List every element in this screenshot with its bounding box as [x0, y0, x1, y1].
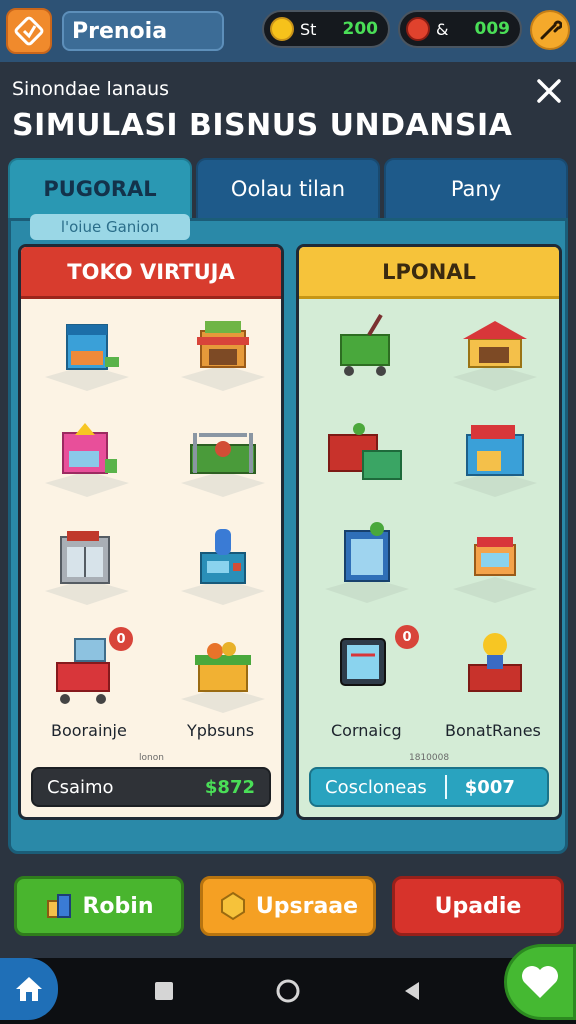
coin-icon	[270, 17, 294, 41]
shopping-cart-register-icon[interactable]: 0	[39, 627, 135, 717]
heart-icon	[522, 966, 558, 998]
atm-kiosk-icon[interactable]	[175, 519, 271, 609]
app-name: Prenoia	[62, 11, 224, 51]
pink-boutique-icon[interactable]	[39, 411, 135, 501]
item-label-left: Cornaicg	[331, 721, 402, 740]
fruit-stand-icon[interactable]	[175, 627, 271, 717]
badge-icon	[220, 891, 245, 921]
gem-counter[interactable]: & 009	[398, 10, 522, 48]
wrench-icon	[540, 20, 562, 40]
home-circle-icon[interactable]	[275, 978, 301, 1004]
upgrade-label: Upsraae	[255, 893, 359, 919]
robin-button[interactable]: Robin	[14, 876, 184, 936]
counter-stall-icon[interactable]	[319, 411, 415, 501]
tablet-display-icon[interactable]: 0	[319, 625, 419, 715]
price-value: $007	[464, 776, 515, 798]
coin-label: St	[300, 19, 317, 39]
app-logo-icon[interactable]	[6, 8, 52, 54]
update-button[interactable]: Upadie	[392, 876, 564, 936]
system-nav-bar	[0, 958, 576, 1024]
storefront-icon[interactable]	[447, 411, 543, 501]
page-subtitle: Sinondae lanaus	[12, 78, 170, 100]
cashier-icon[interactable]	[447, 625, 543, 715]
card-lponal[interactable]: LPONAL 0 Cornaicg BonatRanes 1810008 Cos…	[296, 244, 562, 820]
home-button[interactable]	[0, 958, 58, 1020]
tiny-caption: lonon	[139, 753, 164, 763]
price-bar[interactable]: Coscloneas $007	[309, 767, 549, 807]
kiosk-shop-icon[interactable]	[39, 305, 135, 395]
grey-store-icon[interactable]	[39, 519, 135, 609]
building-icon	[47, 894, 72, 918]
coin-value: 200	[342, 19, 379, 39]
update-label: Upadie	[434, 893, 522, 919]
upgrade-button[interactable]: Upsraae	[200, 876, 376, 936]
price-label: Coscloneas	[325, 776, 427, 798]
tab-bar: PUGORAL Oolau tilan Pany	[8, 158, 568, 220]
card-toko-virtual[interactable]: TOKO VIRTUJA 0 Boorainje Ypbsuns lonon C…	[18, 244, 284, 820]
glass-display-icon[interactable]	[319, 517, 415, 607]
home-icon	[16, 977, 42, 1001]
small-shop-icon[interactable]	[447, 517, 543, 607]
basket-cart-icon[interactable]	[319, 305, 415, 395]
item-label-right: BonatRanes	[445, 721, 541, 740]
red-roof-stall-icon[interactable]	[447, 305, 543, 395]
item-label-left: Boorainje	[51, 721, 127, 740]
close-button[interactable]	[532, 74, 566, 108]
notification-badge: 0	[395, 625, 419, 649]
robin-label: Robin	[82, 893, 154, 919]
tools-button[interactable]	[530, 10, 570, 50]
close-icon	[537, 79, 561, 103]
card-title: LPONAL	[299, 247, 559, 299]
tiny-caption: 1810008	[409, 753, 450, 763]
tab-pany[interactable]: Pany	[384, 158, 568, 220]
section-badge: l'oiue Ganion	[30, 214, 190, 240]
price-bar[interactable]: Csaimo $872	[31, 767, 271, 807]
coin-counter[interactable]: St 200	[262, 10, 390, 48]
notification-badge: 0	[109, 627, 133, 651]
page-title: SIMULASI BISNUS UNDANSIA	[12, 108, 513, 143]
gem-icon	[406, 17, 430, 41]
price-label: Csaimo	[47, 776, 114, 798]
card-title: TOKO VIRTUJA	[21, 247, 281, 299]
recent-apps-icon[interactable]	[153, 980, 175, 1002]
garden-market-icon[interactable]	[175, 411, 271, 501]
gem-label: &	[436, 19, 449, 39]
tab-oolau-tilan[interactable]: Oolau tilan	[196, 158, 380, 220]
item-label-right: Ypbsuns	[187, 721, 255, 740]
gem-value: 009	[474, 19, 511, 39]
divider	[444, 775, 447, 799]
market-stall-icon[interactable]	[175, 305, 271, 395]
tab-pugoral[interactable]: PUGORAL	[8, 158, 192, 220]
price-value: $872	[204, 776, 255, 798]
favorite-button[interactable]	[504, 944, 576, 1020]
back-icon[interactable]	[401, 980, 423, 1002]
